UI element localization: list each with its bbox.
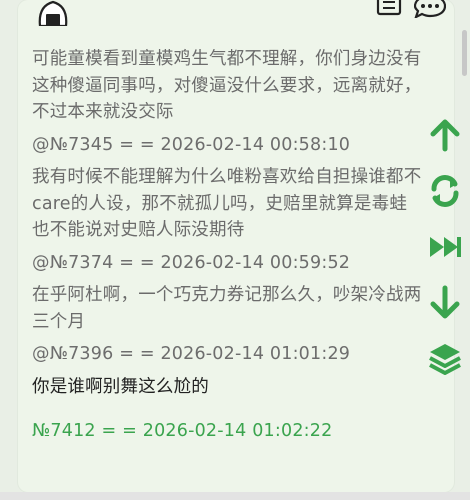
post-meta[interactable]: @№7396 = = 2026-02-14 01:01:29 — [32, 341, 442, 368]
bottom-divider — [0, 492, 470, 500]
thread-content: 可能童模看到童模鸡生气都不理解，你们身边没有 这种傻逼同事吗，对傻逼没什么要求，… — [32, 46, 442, 451]
post-meta[interactable]: @№7345 = = 2026-02-14 00:58:10 — [32, 132, 442, 159]
scrollbar[interactable] — [462, 30, 467, 76]
intro-line: 这种傻逼同事吗，对傻逼没什么要求，远离就好， — [32, 75, 422, 96]
post-line: care的人设，那不就孤儿吗，史赔里就算是毒蛙 — [32, 193, 408, 214]
post-7374: @№7374 = = 2026-02-14 00:59:52 在乎阿杜啊，一个巧… — [32, 250, 442, 336]
top-bar — [18, 0, 454, 30]
post-line: 我有时候不能理解为什么唯粉喜欢给自担操谁都不 — [32, 167, 422, 187]
post-line: 也不能说对史赔人际没期待 — [32, 220, 245, 240]
post-line: 在乎阿杜啊，一个巧克力券记那么久，吵架冷战两 — [32, 285, 422, 305]
arrow-up-icon[interactable] — [426, 116, 464, 154]
intro-line: 不过本来就没交际 — [32, 102, 174, 122]
post-7396: @№7396 = = 2026-02-14 01:01:29 你是谁啊别舞这么尬… — [32, 341, 442, 400]
arrow-down-icon[interactable] — [426, 284, 464, 322]
post-meta[interactable]: @№7374 = = 2026-02-14 00:59:52 — [32, 250, 442, 277]
refresh-icon[interactable] — [426, 172, 464, 210]
post-line: 你是谁啊别舞这么尬的 — [32, 376, 209, 397]
chat-bubble-icon[interactable] — [414, 0, 446, 18]
intro-text: 可能童模看到童模鸡生气都不理解，你们身边没有 这种傻逼同事吗，对傻逼没什么要求，… — [32, 46, 442, 126]
post-7345: @№7345 = = 2026-02-14 00:58:10 我有时候不能理解为… — [32, 132, 442, 244]
onigiri-avatar-icon[interactable] — [36, 0, 70, 26]
intro-line: 可能童模看到童模鸡生气都不理解，你们身边没有 — [32, 49, 422, 69]
layers-icon[interactable] — [426, 340, 464, 378]
fast-forward-icon[interactable] — [426, 228, 464, 266]
document-icon[interactable] — [376, 0, 402, 16]
post-line: 三个月 — [32, 311, 86, 332]
thread-card: 可能童模看到童模鸡生气都不理解，你们身边没有 这种傻逼同事吗，对傻逼没什么要求，… — [18, 0, 454, 492]
latest-post-meta[interactable]: №7412 = = 2026-02-14 01:02:22 — [32, 418, 442, 445]
